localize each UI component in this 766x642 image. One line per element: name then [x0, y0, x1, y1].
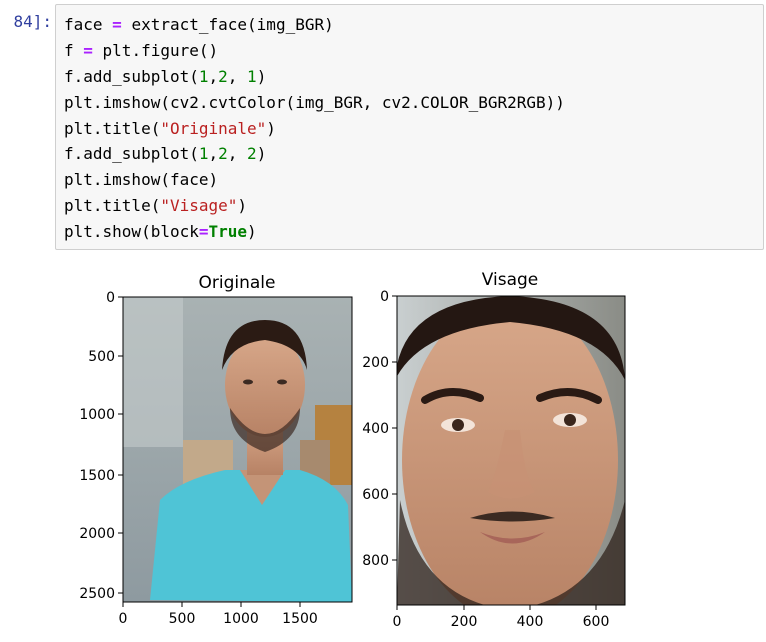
- code-token: f: [64, 40, 84, 60]
- y-tick-label: 500: [88, 349, 115, 365]
- y-tick-label: 200: [362, 355, 389, 371]
- y-tick-label: 600: [362, 487, 389, 503]
- code-token: ): [266, 118, 276, 138]
- code-line: f = plt.figure(): [64, 38, 763, 64]
- y-tick-label: 400: [362, 421, 389, 437]
- code-line: plt.imshow(cv2.cvtColor(img_BGR, cv2.COL…: [64, 90, 763, 116]
- code-token: ): [256, 144, 267, 164]
- x-tick-label: 600: [583, 614, 610, 630]
- code-token: "Originale": [160, 118, 267, 138]
- code-token: ): [247, 222, 257, 242]
- subplot-title: Visage: [482, 270, 539, 290]
- code-line: f.add_subplot(1,2, 2): [64, 141, 763, 167]
- x-tick-label: 1500: [282, 611, 318, 627]
- code-token: 1: [198, 144, 209, 164]
- code-token: f.add_subplot(: [64, 144, 199, 164]
- code-token: True: [208, 222, 248, 242]
- code-token: =: [112, 15, 122, 34]
- code-line: plt.title("Visage"): [64, 193, 763, 219]
- code-line: plt.title("Originale"): [64, 116, 763, 142]
- y-tick-label: 2000: [79, 526, 115, 542]
- code-token: ,: [227, 66, 248, 86]
- x-tick-label: 1000: [223, 611, 259, 627]
- x-tick-label: 0: [119, 611, 128, 627]
- code-token: ): [256, 66, 267, 86]
- code-token: plt.show(block: [64, 222, 199, 242]
- photo-original: [123, 297, 352, 602]
- code-token: "Visage": [160, 196, 238, 216]
- y-tick-label: 800: [362, 553, 389, 569]
- code-token: =: [198, 222, 209, 242]
- code-token: ): [237, 196, 248, 216]
- photo-face-crop: [397, 296, 625, 605]
- code-token: 1: [247, 66, 257, 86]
- x-tick-label: 0: [393, 614, 402, 630]
- code-token: 2: [247, 144, 257, 164]
- code-token: plt.imshow(cv2.cvtColor(img_BGR, cv2.COL…: [64, 92, 565, 112]
- code-token: 2: [218, 66, 228, 86]
- code-token: =: [83, 40, 93, 60]
- y-tick-label: 1000: [79, 407, 115, 423]
- x-tick-label: 500: [169, 611, 196, 627]
- code-line: f.add_subplot(1,2, 1): [64, 64, 763, 90]
- subplot-originale: Originale 0 500 1000 1500 0 500 1000 1500 2000 25…: [79, 273, 353, 627]
- code-line: face = extract_face(img_BGR): [64, 12, 763, 38]
- y-tick-label: 2500: [79, 586, 115, 602]
- code-token: plt.imshow(face): [64, 170, 219, 190]
- code-token: ,: [208, 66, 219, 86]
- subplot-visage: Visage 0 200 400 600 0 200 400 600 800: [362, 270, 626, 630]
- x-tick-label: 200: [451, 614, 478, 630]
- y-tick-label: 0: [106, 290, 115, 306]
- code-line: plt.imshow(face): [64, 167, 763, 193]
- code-token: f.add_subplot(: [64, 66, 199, 86]
- code-token: face: [64, 15, 113, 34]
- code-token: 2: [218, 144, 228, 164]
- code-token: plt.figure(): [92, 40, 219, 60]
- y-tick-label: 1500: [79, 468, 115, 484]
- y-tick-label: 0: [380, 289, 389, 305]
- code-token: extract_face(img_BGR): [121, 15, 334, 34]
- code-token: 1: [198, 66, 209, 86]
- subplot-title: Originale: [199, 273, 276, 293]
- x-tick-label: 400: [517, 614, 544, 630]
- cell-prompt: 84]:: [13, 12, 52, 31]
- code-token: ,: [208, 144, 219, 164]
- code-token: plt.title(: [64, 196, 161, 216]
- code-token: plt.title(: [64, 118, 161, 138]
- code-token: ,: [227, 144, 248, 164]
- code-lines: face = extract_face(img_BGR) f = plt.figu…: [64, 12, 763, 245]
- code-line: plt.show(block=True): [64, 219, 763, 245]
- code-cell-input[interactable]: face = extract_face(img_BGR) f = plt.figu…: [55, 4, 764, 250]
